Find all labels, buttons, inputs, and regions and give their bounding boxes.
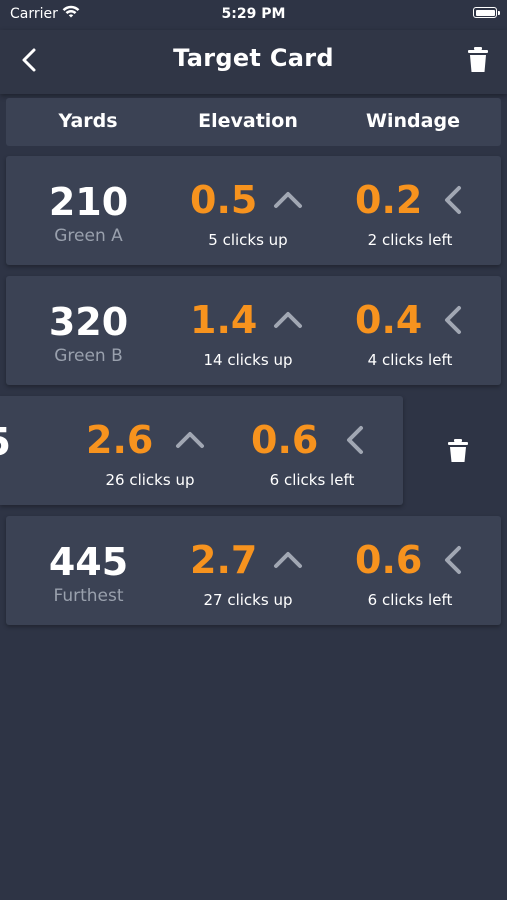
target-row[interactable]: 320 Green B 1.4 14 clicks up 0.4 4 click…	[6, 276, 501, 385]
target-row[interactable]: 445 Furthest 2.7 27 clicks up 0.6 6 clic…	[6, 516, 501, 625]
row-elevation: 2.7	[190, 538, 258, 582]
header-yards: Yards	[58, 110, 118, 132]
chevron-up-icon	[274, 312, 302, 328]
navigation-bar: Target Card	[0, 30, 507, 94]
row-name: Green B	[54, 346, 123, 366]
chevron-left-icon	[445, 186, 461, 214]
row-elevation-clicks: 27 clicks up	[203, 591, 293, 609]
row-windage: 0.4	[355, 298, 423, 342]
row-windage: 0.2	[355, 178, 423, 222]
status-time: 5:29 PM	[221, 6, 286, 22]
header-windage: Windage	[366, 110, 460, 132]
trash-button[interactable]	[467, 47, 489, 73]
row-elevation: 1.4	[190, 298, 258, 342]
target-row-swiped[interactable]: 35 2.6 26 clicks up 0.6 6 clicks left	[0, 396, 403, 505]
row-yards: 445	[48, 540, 129, 584]
row-yards: 35	[0, 420, 67, 464]
row-windage-clicks: 2 clicks left	[367, 231, 453, 249]
row-elevation-clicks: 14 clicks up	[203, 351, 293, 369]
row-elevation: 0.5	[190, 178, 258, 222]
row-name: Green A	[54, 226, 123, 246]
target-row[interactable]: 210 Green A 0.5 5 clicks up 0.2 2 clicks…	[6, 156, 501, 265]
chevron-left-icon	[445, 546, 461, 574]
battery-icon	[473, 7, 500, 18]
row-elevation-clicks: 26 clicks up	[105, 471, 195, 489]
row-yards: 210	[48, 180, 129, 224]
header-elevation: Elevation	[198, 110, 298, 132]
chevron-up-icon	[274, 552, 302, 568]
row-windage-clicks: 6 clicks left	[269, 471, 355, 489]
status-bar: Carrier 5:29 PM	[0, 0, 507, 30]
row-windage: 0.6	[251, 418, 319, 462]
column-header: Yards Elevation Windage	[6, 98, 501, 146]
row-elevation: 2.6	[86, 418, 154, 462]
chevron-left-icon	[445, 306, 461, 334]
chevron-up-icon	[176, 432, 204, 448]
row-elevation-clicks: 5 clicks up	[208, 231, 288, 249]
row-windage-clicks: 6 clicks left	[367, 591, 453, 609]
chevron-left-icon	[347, 426, 363, 454]
row-yards: 320	[48, 300, 129, 344]
row-windage-clicks: 4 clicks left	[367, 351, 453, 369]
row-name: Furthest	[53, 586, 124, 606]
row-windage: 0.6	[355, 538, 423, 582]
delete-row-button[interactable]	[440, 432, 476, 468]
chevron-up-icon	[274, 192, 302, 208]
page-title: Target Card	[173, 44, 334, 72]
